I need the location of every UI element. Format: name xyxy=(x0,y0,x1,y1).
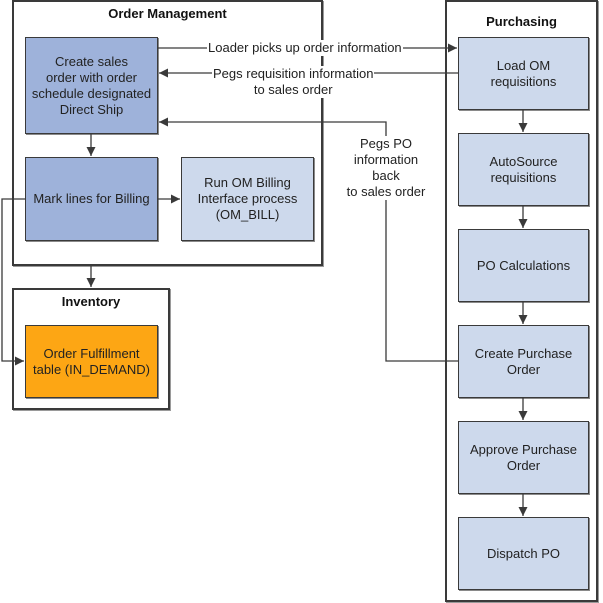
approve-purchase-order-node: Approve Purchase Order xyxy=(458,421,589,494)
pegs-po-edge-label: Pegs PO information back to sales order xyxy=(344,136,428,200)
autosource-requisitions-node: AutoSource requisitions xyxy=(458,133,589,206)
order-fulfillment-node: Order Fulfillment table (IN_DEMAND) xyxy=(25,325,158,398)
inventory-title: Inventory xyxy=(61,294,121,309)
pegs-requisition-edge-label: Pegs requisition information to sales or… xyxy=(212,66,375,98)
po-calculations-node: PO Calculations xyxy=(458,229,589,302)
loader-edge-label: Loader picks up order information xyxy=(207,40,403,56)
create-sales-order-node: Create sales order with order schedule d… xyxy=(25,37,158,134)
dispatch-po-node: Dispatch PO xyxy=(458,517,589,590)
purchasing-title: Purchasing xyxy=(486,14,557,29)
order-management-title: Order Management xyxy=(108,6,227,21)
mark-lines-billing-node: Mark lines for Billing xyxy=(25,157,158,241)
load-om-requisitions-node: Load OM requisitions xyxy=(458,37,589,110)
create-purchase-order-node: Create Purchase Order xyxy=(458,325,589,398)
run-om-billing-node: Run OM Billing Interface process (OM_BIL… xyxy=(181,157,314,241)
